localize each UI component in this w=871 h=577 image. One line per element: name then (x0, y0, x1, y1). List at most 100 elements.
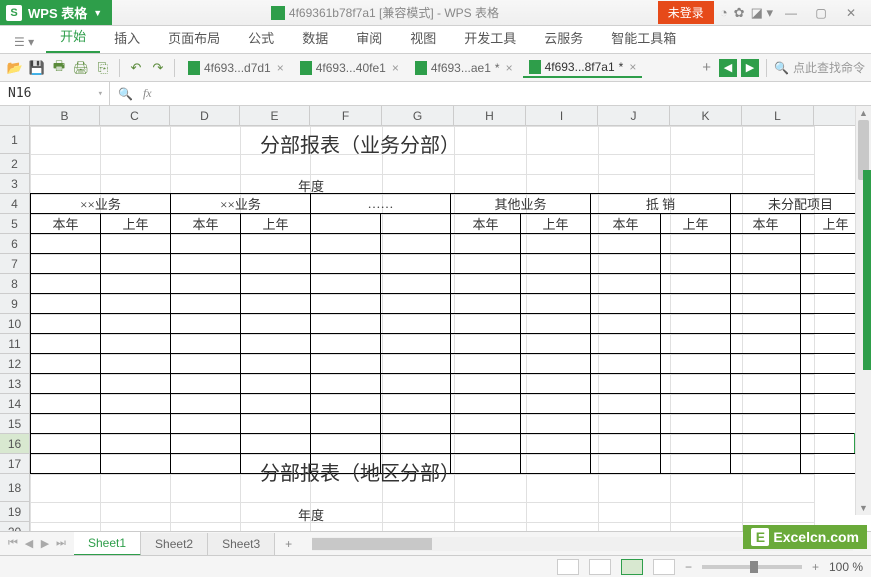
tab-nav-left[interactable]: ◀ (719, 59, 737, 77)
sheet-last-icon[interactable]: ⏭ (54, 537, 68, 550)
view-break-icon[interactable] (621, 559, 643, 575)
document-tab-3[interactable]: 4f693...ae1 *× (409, 59, 519, 77)
save-icon[interactable]: 💾 (28, 59, 46, 77)
watermark-icon: E (751, 528, 769, 546)
col-header-B[interactable]: B (30, 106, 100, 125)
redo-icon[interactable]: ↷ (149, 59, 167, 77)
close-tab-icon[interactable]: × (506, 61, 513, 75)
ribbon-tab-insert[interactable]: 插入 (100, 22, 154, 53)
row-header-4[interactable]: 4 (0, 194, 29, 214)
col-header-E[interactable]: E (240, 106, 310, 125)
row-header-5[interactable]: 5 (0, 214, 29, 234)
ribbon-tab-cloud[interactable]: 云服务 (530, 22, 597, 53)
zoom-value[interactable]: 100 % (829, 560, 863, 574)
close-tab-icon[interactable]: × (392, 61, 399, 75)
col-header-L[interactable]: L (742, 106, 814, 125)
row-header-13[interactable]: 13 (0, 374, 29, 394)
zoom-in-icon[interactable]: + (812, 560, 819, 574)
search-command-hint[interactable]: 点此查找命令 (793, 59, 865, 76)
select-all-corner[interactable] (0, 106, 30, 125)
export-icon[interactable]: ⎘ (94, 59, 112, 77)
ribbon-tab-smart-tools[interactable]: 智能工具箱 (597, 22, 690, 53)
maximize-button[interactable]: ▢ (809, 3, 833, 23)
ribbon-tab-page-layout[interactable]: 页面布局 (154, 22, 234, 53)
new-tab-button[interactable]: + (698, 59, 715, 76)
document-tab-4[interactable]: 4f693...8f7a1 *× (523, 58, 643, 78)
close-tab-icon[interactable]: × (629, 60, 636, 74)
row-header-14[interactable]: 14 (0, 394, 29, 414)
ribbon-tab-dev-tools[interactable]: 开发工具 (450, 22, 530, 53)
search-icon[interactable]: 🔍 (774, 61, 789, 75)
side-panel-handle[interactable] (863, 170, 871, 370)
view-reading-icon[interactable] (653, 559, 675, 575)
fx-icon[interactable]: fx (143, 86, 152, 101)
undo-icon[interactable]: ↶ (127, 59, 145, 77)
row-header-16[interactable]: 16 (0, 434, 29, 454)
tab-nav-right[interactable]: ▶ (741, 59, 759, 77)
row-header-6[interactable]: 6 (0, 234, 29, 254)
open-icon[interactable]: 📂 (6, 59, 24, 77)
row-header-7[interactable]: 7 (0, 254, 29, 274)
zoom-fit-icon[interactable]: 🔍 (118, 87, 133, 101)
col-header-G[interactable]: G (382, 106, 454, 125)
close-button[interactable]: ✕ (839, 3, 863, 23)
login-button[interactable]: 未登录 (658, 1, 714, 24)
settings-icon[interactable]: ✿ (734, 5, 745, 21)
sheet-tab-2[interactable]: Sheet2 (141, 533, 208, 555)
row-header-12[interactable]: 12 (0, 354, 29, 374)
col-header-C[interactable]: C (100, 106, 170, 125)
print-preview-icon[interactable]: 🖨 (72, 59, 90, 77)
hscroll-thumb[interactable] (312, 538, 432, 550)
row-header-18[interactable]: 18 (0, 474, 29, 502)
close-tab-icon[interactable]: × (277, 61, 284, 75)
row-header-3[interactable]: 3 (0, 174, 29, 194)
zoom-knob[interactable] (750, 561, 758, 573)
row-header-11[interactable]: 11 (0, 334, 29, 354)
ribbon-tab-view[interactable]: 视图 (396, 22, 450, 53)
ribbon-tab-formula[interactable]: 公式 (234, 22, 288, 53)
ribbon-tabs: ☰ ▾ 开始 插入 页面布局 公式 数据 审阅 视图 开发工具 云服务 智能工具… (0, 26, 871, 54)
ribbon-tab-data[interactable]: 数据 (288, 22, 342, 53)
row-header-8[interactable]: 8 (0, 274, 29, 294)
app-dropdown-icon[interactable]: ▼ (93, 8, 102, 18)
add-sheet-button[interactable]: + (275, 533, 302, 555)
row-header-17[interactable]: 17 (0, 454, 29, 474)
name-box[interactable]: N16 (0, 82, 110, 105)
zoom-slider[interactable] (702, 565, 802, 569)
row-header-9[interactable]: 9 (0, 294, 29, 314)
view-page-icon[interactable] (589, 559, 611, 575)
spreadsheet-grid[interactable]: BCDEFGHIJKL 1234567891011121314151617181… (0, 106, 871, 538)
cells-area[interactable]: 分部报表（业务分部） 年度 ××业务××业务……其他业务抵 销未分配项目本年上年… (30, 126, 871, 538)
document-tab-1[interactable]: 4f693...d7d1× (182, 59, 290, 77)
row-header-10[interactable]: 10 (0, 314, 29, 334)
row-header-19[interactable]: 19 (0, 502, 29, 522)
skin-icon[interactable]: ◪ ▾ (751, 5, 773, 21)
scroll-down-icon[interactable]: ▼ (856, 501, 871, 515)
col-header-J[interactable]: J (598, 106, 670, 125)
sheet-next-icon[interactable]: ▶ (38, 537, 52, 550)
file-menu-icon[interactable]: ☰ ▾ (8, 31, 40, 53)
col-header-K[interactable]: K (670, 106, 742, 125)
sheet-first-icon[interactable]: ⏮ (6, 537, 20, 550)
sheet-tab-3[interactable]: Sheet3 (208, 533, 275, 555)
ribbon-tab-review[interactable]: 审阅 (342, 22, 396, 53)
row-header-2[interactable]: 2 (0, 154, 29, 174)
sheet-prev-icon[interactable]: ◀ (22, 537, 36, 550)
col-header-H[interactable]: H (454, 106, 526, 125)
ribbon-tab-start[interactable]: 开始 (46, 20, 100, 53)
col-header-D[interactable]: D (170, 106, 240, 125)
row-header-15[interactable]: 15 (0, 414, 29, 434)
data-table: ××业务××业务……其他业务抵 销未分配项目本年上年本年上年本年上年本年上年本年… (30, 193, 871, 474)
col-header-I[interactable]: I (526, 106, 598, 125)
cloud-sync-icon[interactable]: ◔ (720, 5, 728, 20)
view-normal-icon[interactable] (557, 559, 579, 575)
sheet-tab-1[interactable]: Sheet1 (74, 532, 141, 556)
print-icon[interactable]: 🖶 (50, 59, 68, 77)
col-header-F[interactable]: F (310, 106, 382, 125)
minimize-button[interactable]: — (779, 3, 803, 23)
zoom-out-icon[interactable]: − (685, 560, 692, 574)
separator (119, 59, 120, 77)
scroll-up-icon[interactable]: ▲ (856, 106, 871, 120)
document-tab-2[interactable]: 4f693...40fe1× (294, 59, 405, 77)
row-header-1[interactable]: 1 (0, 126, 29, 154)
